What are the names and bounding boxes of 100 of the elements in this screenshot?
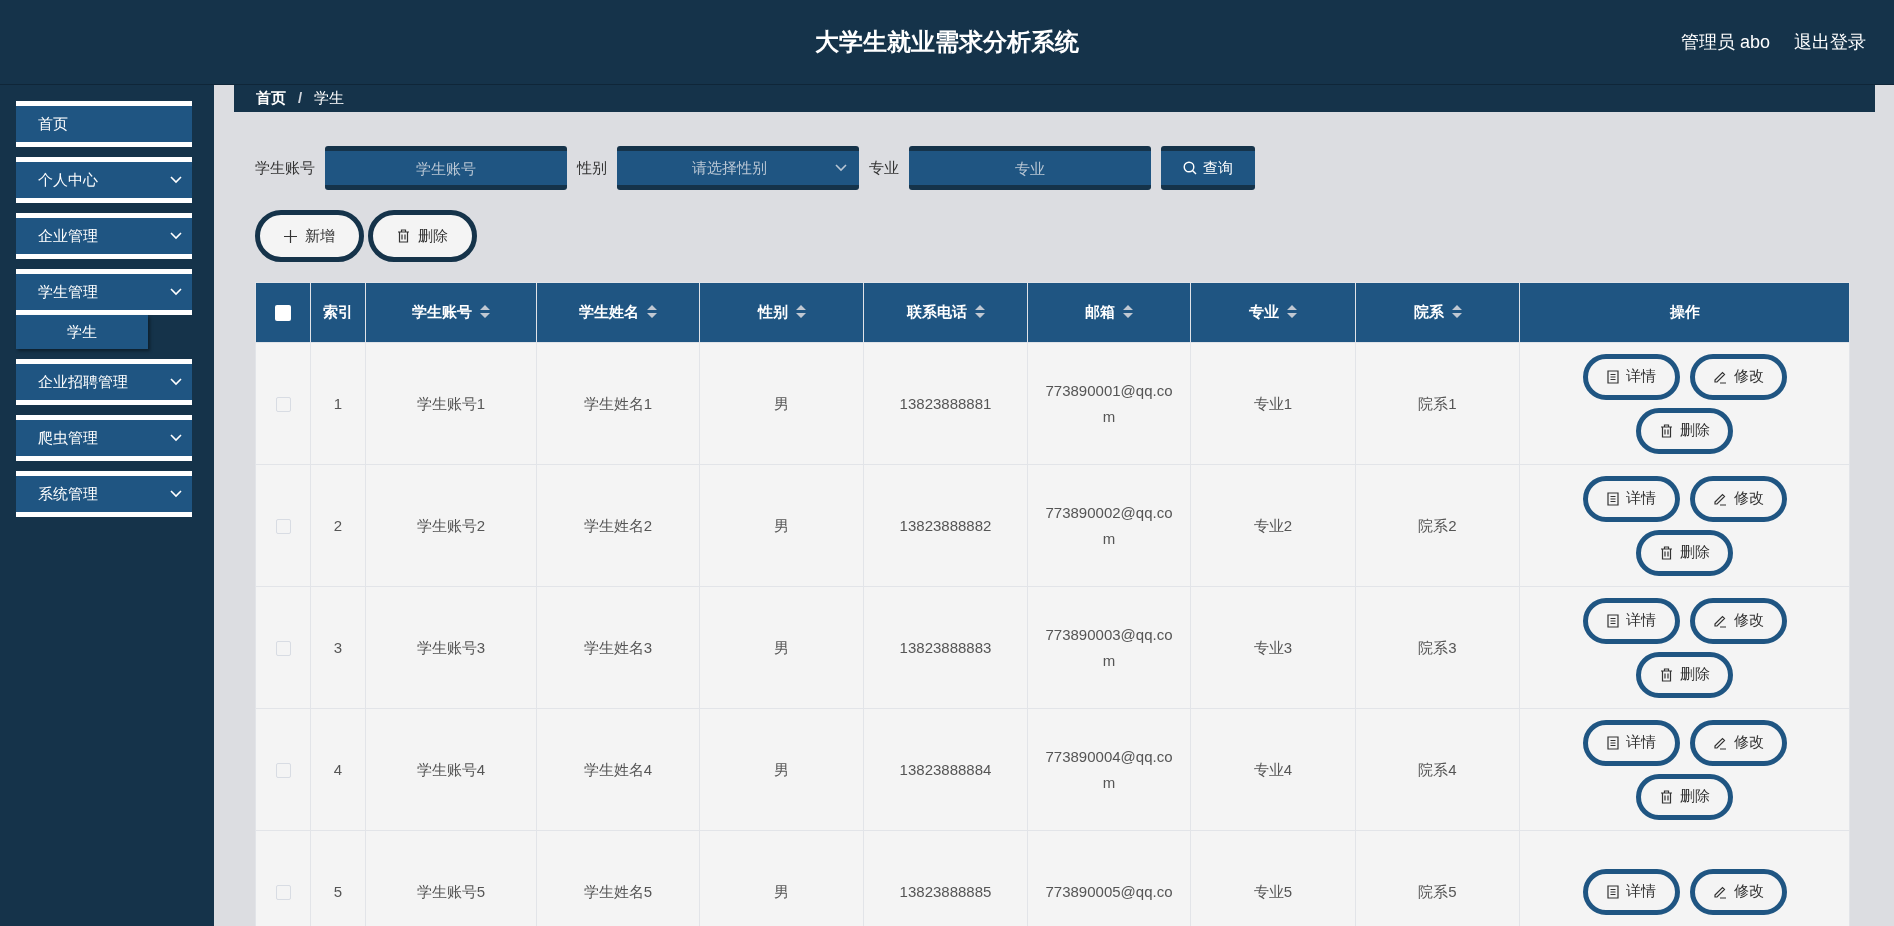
delete-button[interactable]: 删除 <box>1636 529 1733 576</box>
detail-button[interactable]: 详情 <box>1582 868 1680 915</box>
column-header[interactable]: 院系 <box>1355 282 1520 343</box>
pencil-icon <box>1712 369 1727 384</box>
table-cell: 773890002@qq.com <box>1045 503 1173 547</box>
column-header[interactable]: 联系电话 <box>863 282 1028 343</box>
table-cell: 男 <box>774 394 789 412</box>
delete-button[interactable]: 删除 <box>368 210 477 262</box>
table-cell: 专业2 <box>1253 516 1293 534</box>
table-cell: 5 <box>333 882 343 900</box>
table-cell: 专业5 <box>1253 882 1293 900</box>
menu-item[interactable]: 首页 <box>16 101 192 147</box>
table-cell: 学生账号3 <box>416 638 486 656</box>
row-checkbox[interactable] <box>275 884 291 900</box>
edit-button[interactable]: 修改 <box>1689 353 1787 400</box>
table-cell: 学生姓名1 <box>583 394 653 412</box>
sort-icon <box>795 305 806 319</box>
menu-item[interactable]: 学生管理 <box>16 269 192 315</box>
document-icon <box>1606 369 1619 384</box>
edit-button[interactable]: 修改 <box>1689 719 1787 766</box>
chevron-down-icon <box>170 434 182 442</box>
table-cell: 学生账号1 <box>416 394 486 412</box>
column-header[interactable]: 邮箱 <box>1027 282 1191 343</box>
table-cell: 院系5 <box>1418 882 1457 900</box>
delete-button[interactable]: 删除 <box>1636 773 1733 820</box>
column-header[interactable]: 学生账号 <box>365 282 537 343</box>
plus-icon <box>284 229 297 243</box>
row-checkbox[interactable] <box>275 640 291 656</box>
sort-icon <box>1451 305 1462 319</box>
column-header[interactable]: 专业 <box>1190 282 1356 343</box>
chevron-down-icon <box>170 232 182 240</box>
user-name: 管理员 abo <box>1680 30 1770 54</box>
trash-icon <box>1659 423 1673 438</box>
logout-link[interactable]: 退出登录 <box>1794 28 1866 56</box>
table-cell: 学生账号2 <box>416 516 486 534</box>
table-cell: 773890003@qq.com <box>1045 625 1173 669</box>
edit-button[interactable]: 修改 <box>1689 868 1787 915</box>
app-title: 大学生就业需求分析系统 <box>815 27 1079 57</box>
table-cell: 13823888882 <box>899 516 992 534</box>
table-cell: 773890005@qq.co <box>1045 882 1173 900</box>
gender-select[interactable]: 请选择性别 <box>617 146 859 190</box>
document-icon <box>1606 884 1619 899</box>
table-cell: 学生姓名2 <box>583 516 653 534</box>
table-cell: 3 <box>333 638 343 656</box>
chevron-down-icon <box>170 378 182 386</box>
table-cell: 学生姓名4 <box>583 760 653 778</box>
chevron-down-icon <box>170 288 182 296</box>
menu-item[interactable]: 个人中心 <box>16 157 192 203</box>
search-input[interactable]: 专业 <box>909 146 1151 190</box>
table-cell: 4 <box>333 760 343 778</box>
edit-button[interactable]: 修改 <box>1689 475 1787 522</box>
delete-button[interactable]: 删除 <box>1636 407 1733 454</box>
menu-item[interactable]: 企业管理 <box>16 213 192 259</box>
table-cell: 学生账号5 <box>416 882 486 900</box>
detail-button[interactable]: 详情 <box>1582 353 1680 400</box>
sort-icon <box>1123 305 1133 319</box>
table-cell: 院系4 <box>1418 760 1457 778</box>
menu-item[interactable]: 爬虫管理 <box>16 415 192 461</box>
table-cell: 773890001@qq.com <box>1045 381 1173 425</box>
select-all-checkbox[interactable] <box>275 305 291 322</box>
column-header[interactable]: 学生姓名 <box>536 282 700 343</box>
sort-icon <box>974 305 985 319</box>
detail-button[interactable]: 详情 <box>1582 475 1680 522</box>
sort-icon <box>1287 305 1297 319</box>
detail-button[interactable]: 详情 <box>1582 597 1680 644</box>
table-cell: 院系3 <box>1418 638 1457 656</box>
search-icon <box>1183 161 1197 175</box>
trash-icon <box>397 229 410 243</box>
add-button[interactable]: 新增 <box>255 210 364 262</box>
search-button[interactable]: 查询 <box>1161 146 1255 190</box>
row-checkbox[interactable] <box>275 518 291 534</box>
edit-button[interactable]: 修改 <box>1689 597 1787 644</box>
delete-button[interactable]: 删除 <box>1636 651 1733 698</box>
row-checkbox[interactable] <box>275 762 291 778</box>
table-cell: 专业4 <box>1253 760 1293 778</box>
submenu-item[interactable]: 学生 <box>16 315 148 349</box>
table-cell: 男 <box>774 516 789 534</box>
detail-button[interactable]: 详情 <box>1582 719 1680 766</box>
table-cell: 院系1 <box>1418 394 1457 412</box>
pencil-icon <box>1712 613 1727 628</box>
breadcrumb-current: 学生 <box>314 88 345 109</box>
table-cell: 学生姓名3 <box>583 638 653 656</box>
table-cell: 男 <box>774 882 789 900</box>
document-icon <box>1606 491 1619 506</box>
table-cell: 1 <box>333 394 343 412</box>
table-cell: 13823888881 <box>899 394 992 412</box>
field-label: 专业 <box>869 157 899 178</box>
column-header: 索引 <box>310 282 366 343</box>
chevron-down-icon <box>835 164 847 172</box>
menu-item[interactable]: 企业招聘管理 <box>16 359 192 405</box>
table-cell: 学生账号4 <box>416 760 486 778</box>
field-label: 学生账号 <box>255 157 315 178</box>
trash-icon <box>1659 667 1673 682</box>
search-input[interactable]: 学生账号 <box>325 146 567 190</box>
row-checkbox[interactable] <box>275 396 291 412</box>
column-header[interactable]: 性别 <box>699 282 864 343</box>
breadcrumb-link[interactable]: 首页 <box>256 87 286 110</box>
table-cell: 13823888885 <box>899 882 992 900</box>
table-cell: 男 <box>774 760 789 778</box>
menu-item[interactable]: 系统管理 <box>16 471 192 517</box>
